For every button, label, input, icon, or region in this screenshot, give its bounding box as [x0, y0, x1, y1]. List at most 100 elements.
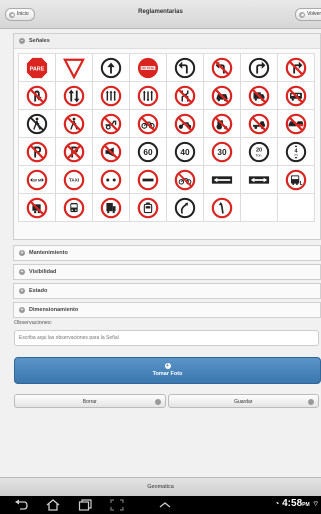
sign-lanes-mixed[interactable] — [130, 82, 167, 110]
sign-turn-left[interactable] — [167, 54, 204, 82]
sign-no-horn[interactable] — [93, 138, 130, 166]
sign-buses-only[interactable] — [56, 194, 93, 222]
sign-no-tractors[interactable] — [204, 110, 241, 138]
speed-limit-60-icon: 60 — [137, 141, 159, 162]
bus-icon — [285, 169, 307, 190]
sign-no-lane-change[interactable] — [167, 82, 204, 110]
sign-slight-left[interactable] — [204, 194, 241, 222]
no-overtaking-icon — [285, 113, 307, 134]
sign-emergency-vehicle[interactable] — [130, 194, 167, 222]
signs-grid: PARE NO PASE 60 40 30 20 Ton. 4 m 30 M T… — [18, 53, 315, 222]
sign-no-trailers[interactable] — [19, 194, 56, 222]
sign-no-parking-stopping[interactable] — [56, 138, 93, 166]
back-nav-icon[interactable] — [14, 499, 28, 511]
sign-no-overtaking[interactable] — [278, 110, 315, 138]
sign-dots[interactable] — [93, 166, 130, 194]
sign-speed-60[interactable]: 60 — [130, 138, 167, 166]
observations-input[interactable] — [14, 330, 319, 346]
section-title: Visibilidad — [29, 269, 57, 275]
action-buttons: Borrar Guardar — [14, 394, 319, 408]
take-photo-button[interactable]: + Tomar Foto — [14, 357, 321, 384]
sign-loading-zone[interactable] — [93, 194, 130, 222]
sign-no-entry-bar[interactable] — [130, 166, 167, 194]
distance-text: 30 M — [33, 178, 41, 182]
no-pedestrian-icon — [26, 113, 48, 134]
sign-weight-limit[interactable]: 20 Ton. — [241, 138, 278, 166]
height-limit-icon: 4m — [285, 141, 307, 162]
sign-no-parking[interactable] — [19, 138, 56, 166]
sign-no-cars[interactable] — [204, 82, 241, 110]
straight-arrow-icon — [100, 57, 122, 78]
two-way-arrows-icon — [63, 85, 85, 106]
sign-arrow-left-rect[interactable] — [204, 166, 241, 194]
section-dimensionamiento-header: + Dimensionamiento — [14, 303, 320, 317]
sign-no-u-turn[interactable] — [19, 82, 56, 110]
clock-ampm: PM — [302, 502, 310, 508]
sign-no-buses[interactable] — [278, 82, 315, 110]
expand-icon: + — [19, 288, 25, 294]
no-bicycle-icon — [137, 113, 159, 134]
wifi-icon: ⌔ — [312, 501, 319, 508]
save-button[interactable]: Guardar — [167, 394, 319, 408]
section-dimensionamiento[interactable]: + Dimensionamiento — [13, 302, 321, 318]
save-label: Guardar — [234, 399, 253, 405]
section-title: Mantenimiento — [29, 250, 68, 256]
sign-taxi[interactable]: TAXI — [56, 166, 93, 194]
section-visibilidad[interactable]: + Visibilidad — [13, 264, 321, 280]
sign-speed-30[interactable]: 30 — [204, 138, 241, 166]
sign-no-pase[interactable]: NO PASE — [130, 54, 167, 82]
sign-curve-right[interactable] — [167, 194, 204, 222]
recent-apps-icon[interactable] — [78, 499, 92, 511]
no-car-icon — [211, 85, 233, 106]
bus-front-icon — [63, 197, 85, 218]
slight-left-icon — [211, 197, 233, 218]
truck-front-icon — [100, 197, 122, 218]
sign-pare[interactable]: PARE — [19, 54, 56, 82]
sign-no-pedestrians[interactable] — [19, 110, 56, 138]
sign-speed-40[interactable]: 40 — [167, 138, 204, 166]
sign-no-turn-left[interactable] — [204, 54, 241, 82]
sign-no-motorcycles[interactable] — [167, 110, 204, 138]
turn-left-arrow-icon — [174, 57, 196, 78]
sign-no-trucks[interactable] — [241, 82, 278, 110]
sign-arrow-double-rect[interactable] — [241, 166, 278, 194]
sign-no-bicycles[interactable] — [130, 110, 167, 138]
speed-limit-40-icon: 40 — [174, 141, 196, 162]
back-button[interactable]: ◀ Volver — [295, 8, 321, 21]
minus-icon — [137, 169, 159, 190]
section-estado[interactable]: + Estado — [13, 283, 321, 299]
turn-right-arrow-icon — [248, 57, 270, 78]
section-mantenimiento[interactable]: + Mantenimiento — [13, 245, 321, 261]
speed-30-text: 30 — [217, 148, 227, 157]
back-button-label: Volver — [307, 11, 321, 17]
screenshot-icon[interactable] — [110, 499, 124, 511]
sign-distance[interactable]: 30 M — [19, 166, 56, 194]
no-stopping-icon — [63, 141, 85, 162]
sign-bus-stop[interactable] — [278, 166, 315, 194]
sign-ceda-el-paso[interactable] — [56, 54, 93, 82]
sign-no-turn-right[interactable] — [278, 54, 315, 82]
no-entry-icon: NO PASE — [137, 57, 159, 78]
sign-height-limit[interactable]: 4m — [278, 138, 315, 166]
sign-no-machinery[interactable] — [241, 110, 278, 138]
sign-no-horse-carts[interactable] — [93, 110, 130, 138]
footer: Geomatica — [0, 477, 321, 497]
system-navigation-bar: ◔ 4:58PM ⌔ — [0, 496, 321, 514]
delete-button[interactable]: Borrar — [14, 394, 166, 408]
sign-one-way[interactable] — [93, 54, 130, 82]
sign-two-way[interactable] — [56, 82, 93, 110]
delete-label: Borrar — [82, 399, 97, 405]
home-nav-icon[interactable] — [46, 499, 60, 511]
sign-no-pedestrians-red[interactable] — [56, 110, 93, 138]
sign-turn-right[interactable] — [241, 54, 278, 82]
no-bus-icon — [285, 85, 307, 106]
signs-section-header[interactable]: − Señales — [14, 34, 320, 49]
sign-no-bicycle-lane[interactable] — [167, 166, 204, 194]
sign-three-lanes[interactable] — [93, 82, 130, 110]
section-title: Dimensionamiento — [29, 307, 79, 313]
chevron-up-icon[interactable] — [158, 499, 172, 511]
no-horn-icon — [100, 141, 122, 162]
take-photo-label: Tomar Foto — [152, 371, 183, 377]
no-tractor-icon — [211, 113, 233, 134]
sign-pare-text: PARE — [30, 66, 45, 72]
